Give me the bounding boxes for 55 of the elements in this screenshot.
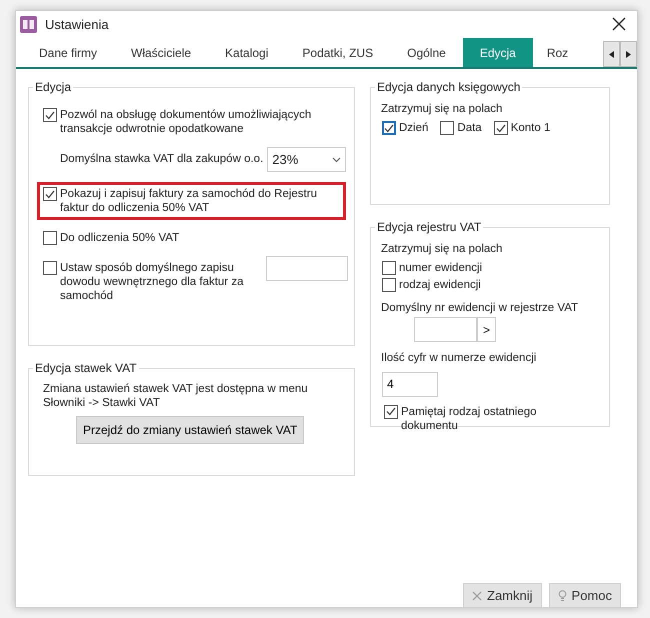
checkbox[interactable] — [382, 121, 396, 136]
tab[interactable]: Właściciele — [114, 38, 208, 67]
checkbox[interactable] — [440, 121, 454, 136]
checkbox-label: numer ewidencji — [399, 261, 482, 276]
tab[interactable]: Dane firmy — [22, 38, 114, 67]
checkbox[interactable] — [494, 121, 508, 136]
lightbulb-icon — [558, 590, 567, 602]
scroll-right-button[interactable] — [620, 41, 637, 67]
vat-rate-dropdown[interactable]: 23% — [267, 147, 346, 172]
checkbox-label: Konto 1 — [510, 121, 550, 136]
tab[interactable]: Katalogi — [208, 38, 286, 67]
left-triangle-icon — [609, 50, 614, 58]
checkbox[interactable] — [43, 231, 57, 245]
chevron-down-icon — [332, 156, 341, 162]
field-label: Zatrzymuj się na polach — [380, 102, 504, 117]
right-triangle-icon — [626, 50, 631, 58]
checkbox-label: Pokazuj i zapisuj faktury za samochód do Rejestru faktur do odliczenia 50% VAT — [60, 187, 318, 215]
checkbox[interactable] — [43, 187, 57, 201]
field-label: Zatrzymuj się na polach — [380, 242, 504, 257]
tab[interactable]: Edycja — [462, 38, 533, 67]
digits-field[interactable]: 4 — [382, 372, 438, 396]
book-icon — [20, 16, 37, 33]
checkbox[interactable] — [43, 108, 57, 122]
field-label: Ilość cyfr w numerze ewidencji — [380, 351, 538, 366]
scroll-left-button[interactable] — [603, 41, 620, 67]
checkbox-label: Dzień — [399, 121, 428, 136]
checkbox-label: Do odliczenia 50% VAT — [60, 231, 180, 245]
checkbox-label: Data — [457, 121, 482, 136]
tab[interactable]: Roz — [532, 38, 568, 67]
checkbox[interactable] — [382, 261, 396, 276]
checkbox[interactable] — [384, 404, 398, 418]
help-button[interactable]: Pomoc — [548, 583, 621, 608]
change-vat-rates-button[interactable]: Przejdź do zmiany ustawień stawek VAT — [76, 416, 304, 444]
checkbox-label: Ustaw sposób domyślnego zapisu dowodu wewnętrznego dla faktur za samochód — [60, 261, 244, 303]
checkbox-label: Pozwól na obsługę dokumentów umożliwiających transakcje odwrotnie opodatkowane — [60, 108, 312, 136]
checkbox-label: rodzaj ewidencji — [399, 278, 481, 292]
field-label: Domyślny nr ewidencji w rejestrze VAT — [380, 301, 579, 316]
field-label: Domyślna stawka VAT dla zakupów o.o. — [60, 152, 264, 167]
group-title: Edycja — [34, 81, 72, 93]
info-text: Zmiana ustawień stawek VAT jest dostępna w menu Słowniki -> Stawki VAT — [42, 382, 309, 410]
close-button[interactable]: Zamknij — [463, 583, 542, 608]
register-number-field[interactable] — [414, 317, 477, 342]
checkbox-label: Pamiętaj rodzaj ostatniego dokumentu — [401, 404, 538, 432]
checkbox[interactable] — [43, 261, 57, 275]
group-title: Edycja stawek VAT — [34, 362, 138, 374]
group-title: Edycja rejestru VAT — [376, 221, 482, 233]
close-icon — [472, 590, 482, 600]
browse-button[interactable]: > — [477, 317, 496, 342]
window-title: Ustawienia — [45, 16, 110, 34]
text-field[interactable] — [266, 256, 348, 281]
close-icon — [612, 16, 626, 31]
tab[interactable]: Podatki, ZUS — [285, 38, 390, 67]
tab[interactable]: Ogólne — [390, 38, 463, 67]
group-title: Edycja danych księgowych — [376, 81, 522, 93]
checkbox[interactable] — [382, 278, 396, 292]
